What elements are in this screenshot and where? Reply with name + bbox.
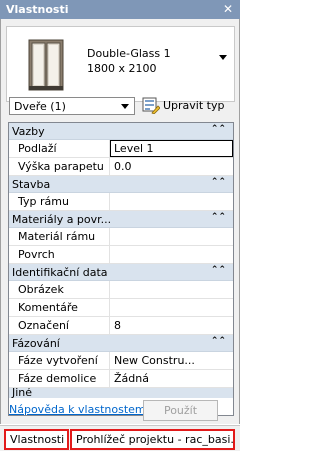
- property-group-title: Jiné: [12, 388, 33, 398]
- collapse-icon[interactable]: ⌃⌃: [211, 124, 226, 134]
- property-group-header[interactable]: Jiné: [9, 388, 233, 398]
- type-name: Double-Glass 1: [87, 47, 171, 60]
- property-group-title: Materiály a povr...: [12, 213, 112, 226]
- type-selector[interactable]: Double-Glass 1 1800 x 2100: [6, 26, 235, 102]
- bottom-tab-bar: Vlastnosti Prohlížeč projektu - rac_basi…: [0, 425, 240, 451]
- property-group-header[interactable]: Materiály a povr... ⌃⌃: [9, 211, 233, 228]
- tab-project-browser[interactable]: Prohlížeč projektu - rac_basi...: [70, 429, 235, 450]
- property-value[interactable]: Level 1: [110, 140, 233, 157]
- category-filter-dropdown[interactable]: Dveře (1): [9, 97, 135, 115]
- property-label: Typ rámu: [9, 193, 110, 210]
- property-label: Podlaží: [9, 140, 110, 157]
- collapse-icon[interactable]: ⌃⌃: [211, 177, 226, 187]
- tab-properties[interactable]: Vlastnosti: [4, 429, 69, 450]
- property-group-header[interactable]: Stavba ⌃⌃: [9, 176, 233, 193]
- properties-grid: Vazby ⌃⌃ Podlaží Level 1 Výška parapetu 0.0 St…: [8, 122, 234, 416]
- chevron-down-icon[interactable]: [121, 104, 129, 109]
- property-value[interactable]: 8: [110, 317, 233, 334]
- collapse-icon[interactable]: ⌃⌃: [211, 336, 226, 346]
- property-label: Obrázek: [9, 281, 110, 298]
- property-group-header[interactable]: Identifikační data ⌃⌃: [9, 264, 233, 281]
- property-row: Označení 8: [9, 317, 233, 335]
- property-value[interactable]: [110, 299, 233, 316]
- property-label: Fáze demolice: [9, 370, 110, 387]
- collapse-icon[interactable]: ⌃⌃: [211, 212, 226, 222]
- tab-label: Vlastnosti: [10, 433, 65, 446]
- property-label: Materiál rámu: [9, 228, 110, 245]
- property-label: Komentáře: [9, 299, 110, 316]
- property-group-header[interactable]: Vazby ⌃⌃: [9, 123, 233, 140]
- property-row: Obrázek: [9, 281, 233, 299]
- type-size: 1800 x 2100: [87, 62, 157, 75]
- properties-panel: Double-Glass 1 1800 x 2100 Dveře (1) Upr…: [0, 19, 240, 424]
- property-row: Typ rámu: [9, 193, 233, 211]
- property-row: Fáze vytvoření New Constru...: [9, 352, 233, 370]
- property-group-title: Vazby: [12, 125, 45, 138]
- properties-help-link[interactable]: Nápověda k vlastnostem: [9, 403, 146, 416]
- property-value[interactable]: Žádná: [110, 370, 233, 387]
- property-row: Povrch: [9, 246, 233, 264]
- property-value[interactable]: [110, 246, 233, 263]
- property-label: Povrch: [9, 246, 110, 263]
- property-row: Materiál rámu: [9, 228, 233, 246]
- window-title: Vlastnosti: [6, 3, 69, 16]
- chevron-down-icon[interactable]: [219, 55, 227, 60]
- properties-titlebar: Vlastnosti ✕: [0, 0, 240, 19]
- property-label: Výška parapetu: [9, 158, 110, 175]
- apply-button[interactable]: Použít: [143, 400, 218, 421]
- property-value[interactable]: [110, 228, 233, 245]
- category-filter-value: Dveře (1): [14, 100, 66, 113]
- edit-type-icon: [142, 97, 160, 114]
- property-value[interactable]: [110, 281, 233, 298]
- property-value[interactable]: 0.0: [110, 158, 233, 175]
- property-row: Fáze demolice Žádná: [9, 370, 233, 388]
- window-thumbnail-icon: [28, 39, 64, 91]
- property-group-header[interactable]: Fázování ⌃⌃: [9, 335, 233, 352]
- property-group-title: Identifikační data: [12, 266, 108, 279]
- collapse-icon[interactable]: ⌃⌃: [211, 265, 226, 275]
- property-row: Výška parapetu 0.0: [9, 158, 233, 176]
- property-row: Podlaží Level 1: [9, 140, 233, 158]
- property-group-title: Fázování: [12, 337, 60, 350]
- edit-type-label: Upravit typ: [163, 99, 225, 112]
- tab-label: Prohlížeč projektu - rac_basi...: [76, 433, 235, 446]
- edit-type-button[interactable]: Upravit typ: [142, 96, 238, 116]
- property-group-title: Stavba: [12, 178, 51, 191]
- property-label: Označení: [9, 317, 110, 334]
- property-value[interactable]: New Constru...: [110, 352, 233, 369]
- close-icon[interactable]: ✕: [223, 2, 233, 16]
- property-label: Fáze vytvoření: [9, 352, 110, 369]
- property-row: Komentáře: [9, 299, 233, 317]
- property-value[interactable]: [110, 193, 233, 210]
